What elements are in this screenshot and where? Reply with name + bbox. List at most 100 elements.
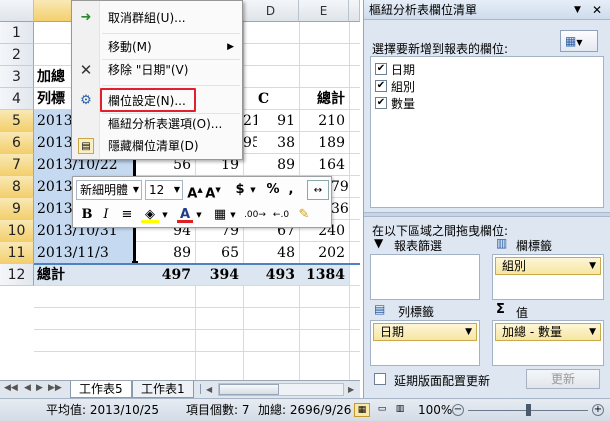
cell[interactable]: 89 bbox=[243, 154, 299, 176]
row-header[interactable]: 8 bbox=[0, 176, 34, 198]
scroll-right-icon[interactable]: ▶ bbox=[348, 382, 358, 397]
menu-item-remove-field[interactable]: ✕ 移除 "日期"(V) bbox=[72, 59, 242, 81]
dropdown-arrow-icon[interactable]: ▼ bbox=[249, 180, 257, 200]
cell[interactable]: C bbox=[258, 88, 278, 110]
zoom-out-icon[interactable]: − bbox=[452, 404, 464, 416]
column-header-d[interactable]: D bbox=[243, 0, 299, 22]
zoom-in-icon[interactable]: + bbox=[592, 404, 604, 416]
horizontal-scrollbar[interactable] bbox=[218, 383, 344, 396]
row-field-date[interactable]: 日期 ▼ bbox=[373, 323, 477, 341]
cell[interactable]: 1384 bbox=[299, 264, 349, 286]
menu-item-pivot-options[interactable]: 樞紐分析表選項(O)... bbox=[72, 113, 242, 135]
column-header-e[interactable]: E bbox=[299, 0, 349, 22]
font-name-box[interactable]: 新細明體 ▼ bbox=[76, 180, 142, 200]
cell[interactable]: 210 bbox=[299, 110, 349, 132]
row-header[interactable]: 5 bbox=[0, 110, 34, 132]
comma-style-icon[interactable]: , bbox=[285, 180, 297, 200]
align-center-icon[interactable]: ≡ bbox=[119, 205, 135, 225]
field-checkbox-quantity[interactable]: ✔ bbox=[375, 97, 387, 109]
currency-icon[interactable]: $ bbox=[231, 180, 249, 200]
row-header[interactable]: 11 bbox=[0, 242, 34, 264]
cell[interactable]: 2013/ bbox=[37, 110, 73, 132]
cell[interactable]: 497 bbox=[135, 264, 195, 286]
dropdown-arrow-icon[interactable]: ▼ bbox=[161, 205, 169, 225]
cell[interactable]: 394 bbox=[195, 264, 243, 286]
fill-color-icon[interactable]: ◈ bbox=[141, 205, 159, 223]
last-sheet-icon[interactable]: ▶▶ bbox=[48, 383, 62, 393]
field-checkbox-group[interactable]: ✔ bbox=[375, 80, 387, 92]
borders-icon[interactable]: ▦ bbox=[211, 205, 229, 225]
pane-menu-icon[interactable]: ▼ bbox=[574, 0, 581, 20]
cell[interactable]: 36 bbox=[331, 198, 349, 220]
scroll-thumb[interactable] bbox=[219, 384, 279, 395]
cell[interactable]: 202 bbox=[299, 242, 349, 264]
cell[interactable]: 2013/ bbox=[37, 198, 73, 220]
tab-splitter[interactable] bbox=[200, 384, 204, 394]
row-header[interactable]: 10 bbox=[0, 220, 34, 242]
dropdown-arrow-icon[interactable]: ▼ bbox=[229, 205, 237, 225]
row-header[interactable]: 2 bbox=[0, 44, 34, 66]
increase-decimal-icon[interactable]: .00→ bbox=[243, 205, 267, 225]
row-header[interactable]: 3 bbox=[0, 66, 34, 88]
cell[interactable]: 189 bbox=[299, 132, 349, 154]
row-header[interactable]: 9 bbox=[0, 198, 34, 220]
cell[interactable]: 2013/ bbox=[37, 132, 73, 154]
row-header[interactable]: 7 bbox=[0, 154, 34, 176]
merge-center-icon[interactable]: ↔ bbox=[307, 180, 329, 200]
defer-update-checkbox[interactable] bbox=[374, 373, 386, 385]
shrink-font-icon[interactable]: A▼ bbox=[205, 180, 221, 201]
cell[interactable]: 65 bbox=[195, 242, 243, 264]
cell[interactable]: 91 bbox=[243, 110, 299, 132]
values-area[interactable]: 加總 - 數量 ▼ bbox=[492, 320, 604, 366]
cell[interactable]: 2013/ bbox=[37, 176, 73, 198]
select-all-corner[interactable] bbox=[0, 0, 34, 22]
layout-options-button[interactable]: ▦▼ bbox=[560, 30, 598, 52]
format-painter-icon[interactable]: ✎ bbox=[295, 205, 313, 225]
font-color-icon[interactable]: A bbox=[177, 205, 193, 223]
font-size-box[interactable]: 12 ▼ bbox=[145, 180, 183, 200]
menu-item-hide-field-list[interactable]: ▤ 隱藏欄位清單(D) bbox=[72, 135, 242, 157]
next-sheet-icon[interactable]: ▶ bbox=[36, 383, 43, 393]
row-labels-area[interactable]: 日期 ▼ bbox=[370, 320, 480, 366]
decrease-decimal-icon[interactable]: ←.0 bbox=[269, 205, 293, 225]
dropdown-arrow-icon[interactable]: ▼ bbox=[195, 205, 203, 225]
percent-icon[interactable]: % bbox=[265, 180, 281, 200]
field-checkbox-date[interactable]: ✔ bbox=[375, 63, 387, 75]
cell[interactable]: 164 bbox=[299, 154, 349, 176]
zoom-thumb[interactable] bbox=[526, 404, 531, 416]
sheet-tab-1[interactable]: 工作表1 bbox=[132, 381, 194, 398]
row-header[interactable]: 4 bbox=[0, 88, 34, 110]
update-button[interactable]: 更新 bbox=[526, 369, 600, 389]
pane-splitter[interactable] bbox=[364, 212, 610, 217]
normal-view-icon[interactable]: ▦ bbox=[354, 403, 370, 417]
close-icon[interactable]: ✕ bbox=[592, 0, 602, 20]
cell[interactable]: 48 bbox=[243, 242, 299, 264]
zoom-level[interactable]: 100% bbox=[418, 399, 452, 421]
row-header[interactable]: 6 bbox=[0, 132, 34, 154]
page-break-icon[interactable]: ▥ bbox=[392, 403, 408, 417]
column-field-group[interactable]: 組別 ▼ bbox=[495, 257, 601, 275]
page-layout-icon[interactable]: ▭ bbox=[374, 403, 390, 417]
cell[interactable]: 總計 bbox=[299, 88, 349, 110]
italic-icon[interactable]: I bbox=[99, 205, 113, 225]
cell[interactable]: 2013/11/3 bbox=[37, 242, 133, 264]
cell[interactable]: 總計 bbox=[37, 264, 127, 286]
cell[interactable]: 79 bbox=[331, 176, 349, 198]
first-sheet-icon[interactable]: ◀◀ bbox=[4, 383, 18, 393]
column-labels-area[interactable]: 組別 ▼ bbox=[492, 254, 604, 300]
bold-icon[interactable]: B bbox=[79, 205, 95, 225]
cell[interactable]: 493 bbox=[243, 264, 299, 286]
report-filter-area[interactable] bbox=[370, 254, 480, 300]
cell[interactable]: 38 bbox=[243, 132, 299, 154]
menu-item-ungroup[interactable]: ➜ 取消群組(U)... bbox=[72, 7, 242, 29]
sheet-tab-5[interactable]: 工作表5 bbox=[70, 381, 132, 398]
grow-font-icon[interactable]: A▲ bbox=[187, 180, 203, 201]
row-header[interactable]: 1 bbox=[0, 22, 34, 44]
scroll-left-icon[interactable]: ◀ bbox=[206, 382, 216, 397]
prev-sheet-icon[interactable]: ◀ bbox=[24, 383, 31, 393]
menu-item-move[interactable]: 移動(M) ▶ bbox=[72, 36, 242, 58]
values-field-sum-quantity[interactable]: 加總 - 數量 ▼ bbox=[495, 323, 601, 341]
cell[interactable]: 89 bbox=[135, 242, 195, 264]
row-header[interactable]: 12 bbox=[0, 264, 34, 286]
column-header-f[interactable] bbox=[349, 0, 360, 22]
